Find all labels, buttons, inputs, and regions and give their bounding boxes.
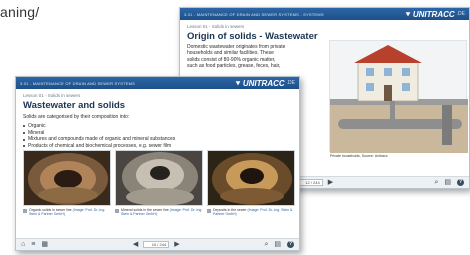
sewer-photo-mineral[interactable] — [115, 150, 203, 206]
house-sewer-illustration — [329, 40, 468, 153]
body-text: Domestic wastewater originates from priv… — [187, 44, 324, 69]
next-page-button[interactable]: ▶ — [174, 241, 179, 248]
unitracc-logo[interactable]: UNITRACC .DE — [405, 10, 465, 19]
photo-card[interactable]: Mineral solids in the sewer line (Image:… — [115, 150, 203, 217]
list-item: Mixtures and compounds made of organic a… — [23, 136, 292, 143]
background-partial-text: aning/ — [0, 4, 40, 20]
unitracc-logo[interactable]: UNITRACC .DE — [235, 79, 295, 88]
logo-tld: .DE — [286, 80, 295, 86]
home-icon[interactable]: ⌂ — [21, 241, 25, 248]
sewer-photo-deposits[interactable] — [207, 150, 295, 206]
search-icon[interactable]: ⌕ — [264, 241, 268, 248]
lesson-breadcrumb: Lesson 01 - Solids in sewers — [23, 93, 81, 98]
photo-gallery: Organic solids in sewer line (Image: Pro… — [23, 150, 295, 217]
list-item: Mineral — [23, 130, 292, 137]
logo-mark-icon — [235, 81, 241, 86]
list-item: Products of chemical and biochemical pro… — [23, 143, 292, 150]
caption-marker-icon — [207, 208, 211, 213]
print-icon[interactable]: ▤ — [274, 241, 281, 248]
intro-text: Solids are categorised by their composit… — [23, 114, 130, 120]
caption-marker-icon — [23, 208, 27, 213]
sewer-photo-organic[interactable] — [23, 150, 111, 206]
page-indicator[interactable]: 12 / 244 — [296, 179, 323, 186]
grid-icon[interactable]: ▦ — [41, 241, 48, 248]
logo-text: UNITRACC — [412, 9, 455, 19]
window-titlebar: 3.01 - MAINTENANCE OF DRAIN AND SEWER SY… — [16, 77, 299, 89]
logo-text: UNITRACC — [242, 78, 285, 88]
text-line: such as food particles, grease, feces, h… — [187, 62, 281, 69]
search-icon[interactable]: ⌕ — [434, 179, 438, 186]
course-title: 3.01 - MAINTENANCE OF DRAIN AND SEWER SY… — [184, 11, 324, 17]
window-titlebar: 3.01 - MAINTENANCE OF DRAIN AND SEWER SY… — [180, 8, 469, 20]
caption-marker-icon — [115, 208, 119, 213]
lesson-window-wastewater-and-solids: 3.01 - MAINTENANCE OF DRAIN AND SEWER SY… — [15, 76, 300, 251]
photo-card[interactable]: Deposits in the sewer (Image: Prof. Dr.-… — [207, 150, 295, 217]
photo-card[interactable]: Organic solids in sewer line (Image: Pro… — [23, 150, 111, 217]
figure-caption: Private households, Source: Unitracc — [330, 154, 388, 158]
help-icon[interactable]: ? — [287, 241, 294, 248]
lesson-breadcrumb: Lesson 01 - Solids in sewers — [187, 24, 245, 29]
logo-tld: .DE — [456, 11, 465, 17]
page-indicator[interactable]: 10 / 244 — [143, 241, 170, 248]
page-title: Wastewater and solids — [23, 100, 126, 111]
solids-category-list: Organic Mineral Mixtures and compounds m… — [23, 123, 292, 149]
course-title: 3.01 - MAINTENANCE OF DRAIN AND SEWER SY… — [20, 80, 136, 86]
bottom-toolbar: ⌂ ≡ ▦ ◀ 10 / 244 ▶ ⌕ ▤ ? — [16, 238, 299, 250]
next-page-button[interactable]: ▶ — [328, 179, 333, 186]
previous-page-button[interactable]: ◀ — [133, 241, 138, 248]
print-icon[interactable]: ▤ — [444, 179, 451, 186]
logo-mark-icon — [405, 12, 411, 17]
menu-icon[interactable]: ≡ — [31, 241, 35, 248]
list-item: Organic — [23, 123, 292, 130]
help-icon[interactable]: ? — [456, 179, 464, 186]
